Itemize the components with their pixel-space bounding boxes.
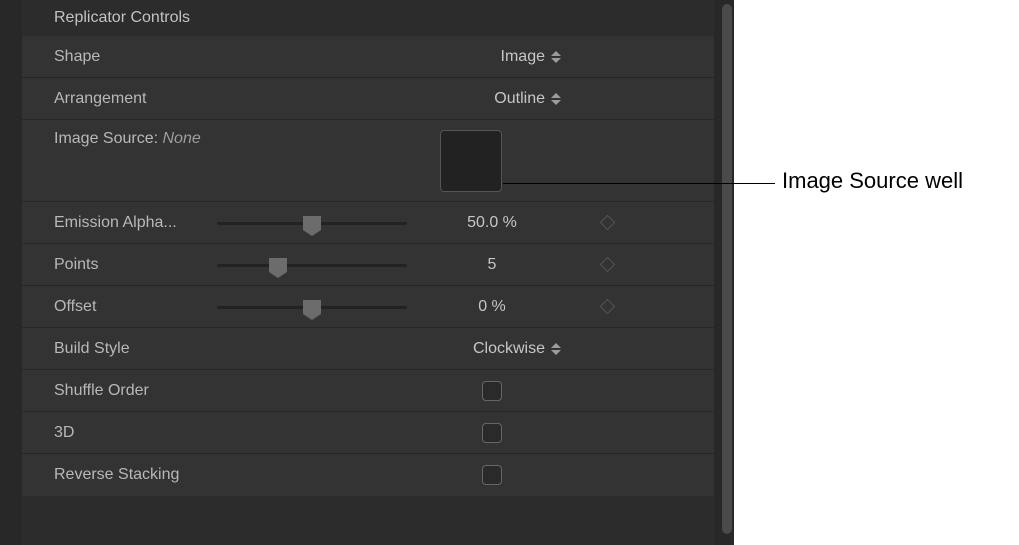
popup-arrows-icon: [551, 51, 561, 63]
offset-value[interactable]: 0 %: [417, 298, 567, 316]
label-emission-alpha: Emission Alpha...: [22, 214, 217, 232]
slider-thumb-icon[interactable]: [303, 216, 321, 230]
label-build-style: Build Style: [22, 340, 217, 358]
row-3d: 3D: [22, 412, 714, 454]
points-slider[interactable]: [217, 256, 407, 274]
section-header: Replicator Controls: [22, 0, 714, 36]
shape-popup[interactable]: Image: [417, 48, 567, 66]
label-reverse-stacking: Reverse Stacking: [22, 466, 217, 484]
row-shuffle-order: Shuffle Order: [22, 370, 714, 412]
keyframe-icon[interactable]: [599, 215, 615, 231]
row-points: Points 5: [22, 244, 714, 286]
row-reverse-stacking: Reverse Stacking: [22, 454, 714, 496]
row-arrangement: Arrangement Outline: [22, 78, 714, 120]
slider-thumb-icon[interactable]: [303, 300, 321, 314]
vertical-scrollbar[interactable]: [722, 4, 732, 534]
label-shape: Shape: [22, 48, 217, 66]
row-emission-alpha: Emission Alpha... 50.0 %: [22, 202, 714, 244]
reverse-stacking-checkbox[interactable]: [482, 465, 502, 485]
label-points: Points: [22, 256, 217, 274]
label-arrangement: Arrangement: [22, 90, 217, 108]
emission-alpha-slider[interactable]: [217, 214, 407, 232]
3d-checkbox[interactable]: [482, 423, 502, 443]
arrangement-popup[interactable]: Outline: [417, 90, 567, 108]
callout-line: [503, 183, 775, 184]
emission-alpha-value[interactable]: 50.0 %: [417, 214, 567, 232]
build-style-value: Clockwise: [473, 340, 545, 358]
image-source-label-text: Image Source:: [54, 130, 163, 147]
row-image-source: Image Source: None: [22, 120, 714, 202]
image-source-well[interactable]: [440, 130, 502, 192]
image-source-value-text: None: [163, 130, 201, 147]
popup-arrows-icon: [551, 343, 561, 355]
row-shape: Shape Image: [22, 36, 714, 78]
popup-arrows-icon: [551, 93, 561, 105]
label-shuffle-order: Shuffle Order: [22, 382, 217, 400]
slider-thumb-icon[interactable]: [269, 258, 287, 272]
row-offset: Offset 0 %: [22, 286, 714, 328]
arrangement-value: Outline: [494, 90, 545, 108]
shuffle-order-checkbox[interactable]: [482, 381, 502, 401]
points-value[interactable]: 5: [417, 256, 567, 274]
callout-label: Image Source well: [782, 168, 963, 194]
label-offset: Offset: [22, 298, 217, 316]
section-title: Replicator Controls: [54, 9, 190, 27]
inspector-panel: Replicator Controls Shape Image Arrangem…: [0, 0, 734, 545]
inspector-inner: Replicator Controls Shape Image Arrangem…: [22, 0, 714, 545]
row-build-style: Build Style Clockwise: [22, 328, 714, 370]
keyframe-icon[interactable]: [599, 257, 615, 273]
keyframe-icon[interactable]: [599, 299, 615, 315]
offset-slider[interactable]: [217, 298, 407, 316]
label-image-source: Image Source: None: [22, 130, 217, 148]
label-3d: 3D: [22, 424, 217, 442]
build-style-popup[interactable]: Clockwise: [417, 340, 567, 358]
shape-value: Image: [501, 48, 545, 66]
